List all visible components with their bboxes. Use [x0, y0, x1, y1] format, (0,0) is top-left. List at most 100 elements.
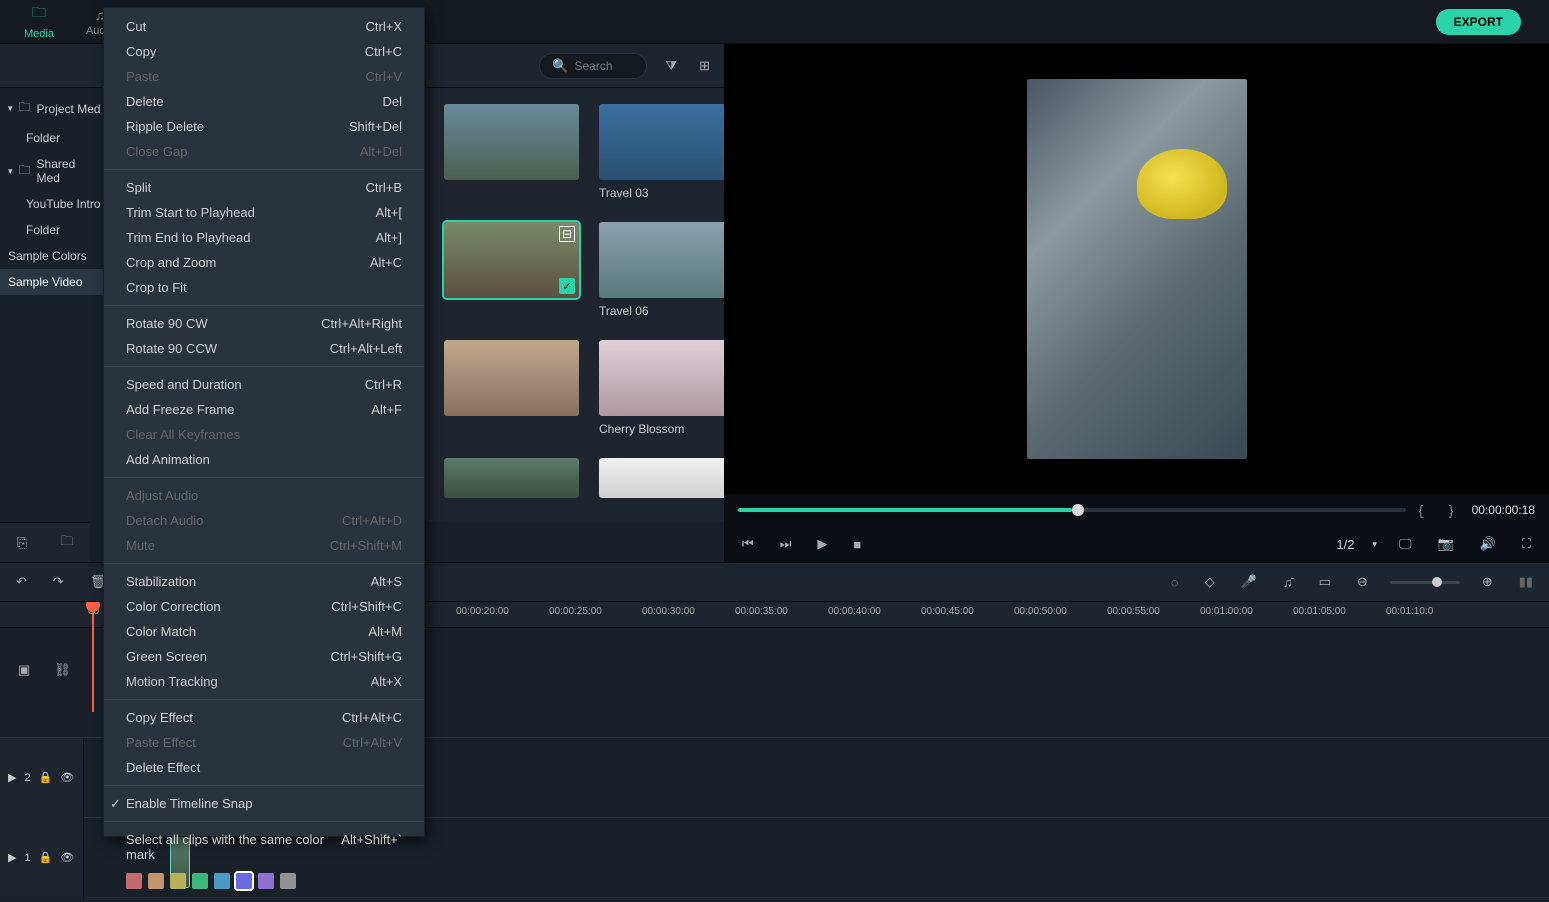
- folder-icon: 🗀: [19, 98, 31, 119]
- ctx-split[interactable]: SplitCtrl+B: [104, 175, 424, 200]
- voiceover-icon[interactable]: 🎤: [1237, 570, 1261, 594]
- zoom-slider[interactable]: [1390, 581, 1460, 584]
- search-input[interactable]: [574, 59, 634, 73]
- ctx-copy-effect[interactable]: Copy EffectCtrl+Alt+C: [104, 705, 424, 730]
- step-back-icon[interactable]: ⏮: [738, 532, 758, 556]
- ctx-paste: PasteCtrl+V: [104, 64, 424, 89]
- thumb-image: [444, 104, 579, 180]
- eye-icon[interactable]: 👁: [60, 851, 74, 864]
- color-swatch[interactable]: [258, 873, 274, 889]
- ruler-tick: 00:01:05:00: [1293, 606, 1346, 617]
- undo-icon[interactable]: ↶: [12, 570, 31, 594]
- ctx-delete[interactable]: DeleteDel: [104, 89, 424, 114]
- zoom-out-icon[interactable]: ⊖: [1353, 570, 1372, 594]
- ctx-enable-snap[interactable]: Enable Timeline Snap: [104, 791, 424, 816]
- snapshot-icon[interactable]: 📷: [1434, 532, 1458, 556]
- track-number: 2: [24, 772, 30, 784]
- ctx-ripple-delete[interactable]: Ripple DeleteShift+Del: [104, 114, 424, 139]
- audio-mixer-icon[interactable]: ♫̄: [1279, 571, 1297, 594]
- sidebar-sample-video[interactable]: Sample Video: [0, 269, 109, 295]
- ruler-tick: 00:00:20:00: [456, 606, 509, 617]
- export-button[interactable]: EXPORT: [1436, 9, 1521, 35]
- media-thumb[interactable]: [444, 340, 579, 436]
- media-thumb[interactable]: [444, 104, 579, 200]
- media-thumb-travel06[interactable]: Travel 06: [599, 222, 724, 318]
- ctx-copy[interactable]: CopyCtrl+C: [104, 39, 424, 64]
- folder-icon: 🗀: [32, 2, 46, 26]
- media-thumb-travel03[interactable]: Travel 03: [599, 104, 724, 200]
- lock-icon[interactable]: 🔒: [39, 851, 53, 864]
- preview-viewport[interactable]: [724, 44, 1549, 494]
- ctx-color-match[interactable]: Color MatchAlt+M: [104, 619, 424, 644]
- aspect-badge-icon: ⊟: [559, 226, 575, 242]
- chevron-down-icon[interactable]: ▾: [1372, 539, 1377, 550]
- volume-icon[interactable]: 🔊: [1476, 532, 1500, 556]
- sidebar-youtube-intro[interactable]: YouTube Intro: [0, 191, 109, 217]
- media-thumb-cherry[interactable]: Cherry Blossom: [599, 340, 724, 436]
- media-thumb[interactable]: [599, 458, 724, 498]
- import-folder-icon[interactable]: ⎘: [13, 531, 31, 555]
- preview-scrubber[interactable]: [738, 508, 1406, 512]
- color-swatch[interactable]: [170, 873, 186, 889]
- color-swatch[interactable]: [126, 873, 142, 889]
- fullscreen-icon[interactable]: ⛶: [1518, 532, 1535, 556]
- ctx-add-animation[interactable]: Add Animation: [104, 447, 424, 472]
- ctx-rotate-ccw[interactable]: Rotate 90 CCWCtrl+Alt+Left: [104, 336, 424, 361]
- ctx-select-by-color[interactable]: Select all clips with the same color mar…: [104, 827, 424, 867]
- ctx-detach-audio: Detach AudioCtrl+Alt+D: [104, 508, 424, 533]
- ctx-stabilization[interactable]: StabilizationAlt+S: [104, 569, 424, 594]
- sidebar-folder-2[interactable]: Folder: [0, 217, 109, 243]
- ctx-crop-fit[interactable]: Crop to Fit: [104, 275, 424, 300]
- ctx-color-correction[interactable]: Color CorrectionCtrl+Shift+C: [104, 594, 424, 619]
- ctx-crop-zoom[interactable]: Crop and ZoomAlt+C: [104, 250, 424, 275]
- ctx-green-screen[interactable]: Green ScreenCtrl+Shift+G: [104, 644, 424, 669]
- color-swatch[interactable]: [280, 873, 296, 889]
- ctx-paste-effect: Paste EffectCtrl+Alt+V: [104, 730, 424, 755]
- keyframe-icon[interactable]: ▭: [1315, 570, 1335, 594]
- grid-view-icon[interactable]: ⊞: [695, 54, 714, 78]
- stop-icon[interactable]: ■: [849, 533, 865, 556]
- timecode-display: 00:00:00:18: [1472, 503, 1535, 517]
- zoom-in-icon[interactable]: ⊕: [1478, 570, 1497, 594]
- color-swatch[interactable]: [148, 873, 164, 889]
- ctx-color-swatches: [104, 867, 424, 891]
- redo-icon[interactable]: ↷: [49, 570, 68, 594]
- ctx-cut[interactable]: CutCtrl+X: [104, 14, 424, 39]
- ctx-trim-end[interactable]: Trim End to PlayheadAlt+]: [104, 225, 424, 250]
- color-swatch[interactable]: [214, 873, 230, 889]
- sidebar-folder[interactable]: Folder: [0, 125, 109, 151]
- ctx-close-gap: Close GapAlt+Del: [104, 139, 424, 164]
- sidebar-sample-colors[interactable]: Sample Colors: [0, 243, 109, 269]
- mark-brackets: { }: [1418, 502, 1459, 518]
- zoom-ratio[interactable]: 1/2: [1336, 537, 1354, 552]
- eye-icon[interactable]: 👁: [60, 771, 74, 784]
- display-icon[interactable]: 🖵: [1395, 532, 1416, 556]
- split-view-icon[interactable]: ▮▮: [1515, 570, 1537, 594]
- step-fwd-icon[interactable]: ⏭: [776, 532, 796, 556]
- sidebar-shared-media[interactable]: ▾🗀Shared Med: [0, 151, 109, 191]
- search-box[interactable]: 🔍: [539, 53, 647, 79]
- sidebar-project-media[interactable]: ▾🗀Project Med: [0, 92, 109, 125]
- lock-icon[interactable]: 🔒: [39, 771, 53, 784]
- new-folder-icon[interactable]: 🗀: [56, 528, 77, 558]
- ctx-speed[interactable]: Speed and DurationCtrl+R: [104, 372, 424, 397]
- ctx-freeze[interactable]: Add Freeze FrameAlt+F: [104, 397, 424, 422]
- ruler-tick: 00:00:35:00: [735, 606, 788, 617]
- color-swatch[interactable]: [236, 873, 252, 889]
- ctx-rotate-cw[interactable]: Rotate 90 CWCtrl+Alt+Right: [104, 311, 424, 336]
- thumb-image: [599, 340, 724, 416]
- tab-media[interactable]: 🗀 Media: [8, 0, 70, 46]
- marker-icon[interactable]: ◇: [1201, 570, 1219, 594]
- color-swatch[interactable]: [192, 873, 208, 889]
- ruler-tick: 00:00:25:00: [549, 606, 602, 617]
- media-thumb-selected[interactable]: ⊟ ✓: [444, 222, 579, 318]
- ctx-trim-start[interactable]: Trim Start to PlayheadAlt+[: [104, 200, 424, 225]
- ctx-motion-tracking[interactable]: Motion TrackingAlt+X: [104, 669, 424, 694]
- media-thumb[interactable]: [444, 458, 579, 498]
- ctx-delete-effect[interactable]: Delete Effect: [104, 755, 424, 780]
- filter-icon[interactable]: ⧩: [661, 54, 681, 78]
- playhead[interactable]: [92, 602, 94, 712]
- play-icon[interactable]: ▶: [813, 532, 831, 556]
- render-icon[interactable]: ◌: [1167, 571, 1183, 594]
- ctx-clear-keyframes: Clear All Keyframes: [104, 422, 424, 447]
